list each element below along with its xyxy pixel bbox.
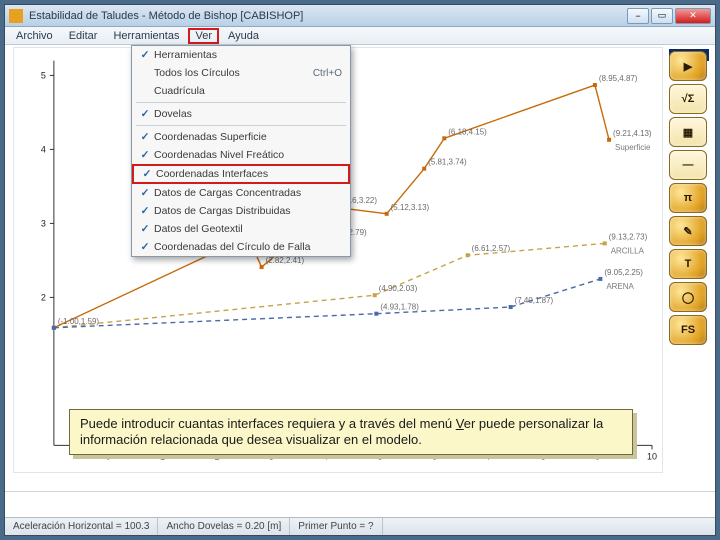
svg-text:(9.05,2.25): (9.05,2.25): [604, 268, 643, 277]
svg-text:(6.61,2.57): (6.61,2.57): [472, 244, 511, 253]
minimize-button[interactable]: −: [627, 8, 649, 24]
check-icon: ✓: [136, 187, 154, 199]
check-icon: ✓: [136, 205, 154, 217]
svg-text:2: 2: [41, 292, 46, 302]
menu-editar[interactable]: Editar: [62, 28, 105, 44]
dropdown-label: Herramientas: [154, 49, 342, 61]
maximize-button[interactable]: ▭: [651, 8, 673, 24]
check-icon: ✓: [136, 241, 154, 253]
check-icon: ✓: [136, 223, 154, 235]
dropdown-label: Datos del Geotextil: [154, 223, 342, 235]
dropdown-item[interactable]: ✓Coordenadas Superficie: [132, 128, 350, 146]
check-icon: ✓: [136, 131, 154, 143]
svg-text:(5.12,3.13): (5.12,3.13): [391, 203, 430, 212]
app-icon: [9, 9, 23, 23]
svg-text:(2.82,2.41): (2.82,2.41): [266, 256, 305, 265]
dropdown-shortcut: Ctrl+O: [313, 68, 342, 79]
svg-text:(9.21,4.13): (9.21,4.13): [613, 129, 652, 138]
svg-text:(8.95,4.87): (8.95,4.87): [599, 74, 638, 83]
menu-ver[interactable]: Ver: [188, 28, 219, 44]
svg-text:Superficie: Superficie: [615, 143, 651, 152]
tool-sigma[interactable]: √Σ: [669, 84, 707, 114]
status-dovelas: Ancho Dovelas = 0.20 [m]: [158, 518, 290, 535]
tool-run[interactable]: ▶: [669, 51, 707, 81]
svg-text:(4.93,1.78): (4.93,1.78): [380, 303, 419, 312]
menu-archivo[interactable]: Archivo: [9, 28, 60, 44]
svg-text:5: 5: [41, 70, 46, 80]
dropdown-item[interactable]: Cuadrícula: [132, 82, 350, 100]
side-toolbox: ▶√Σ▦—π✎T◯FS: [669, 51, 709, 345]
dropdown-label: Coordenadas del Círculo de Falla: [154, 241, 342, 253]
svg-text:(6.18,4.15): (6.18,4.15): [448, 127, 487, 136]
dropdown-separator: [136, 125, 346, 126]
dropdown-label: Cuadrícula: [154, 85, 342, 97]
svg-text:3: 3: [41, 218, 46, 228]
dropdown-item[interactable]: ✓Herramientas: [132, 46, 350, 64]
svg-text:(4.90,2.03): (4.90,2.03): [379, 284, 418, 293]
statusbar: Aceleración Horizontal = 100.3 Ancho Dov…: [5, 517, 715, 535]
dropdown-label: Coordenadas Nivel Freático: [154, 149, 342, 161]
svg-text:(9.13,2.73): (9.13,2.73): [609, 232, 648, 241]
menubar: Archivo Editar Herramientas Ver Ayuda: [5, 27, 715, 45]
check-icon: ✓: [136, 149, 154, 161]
svg-text:10: 10: [647, 451, 657, 461]
menu-ayuda[interactable]: Ayuda: [221, 28, 266, 44]
svg-text:(5.81,3.74): (5.81,3.74): [428, 158, 467, 167]
dropdown-item[interactable]: ✓Coordenadas del Círculo de Falla: [132, 238, 350, 256]
svg-text:4: 4: [41, 144, 46, 154]
window-controls: − ▭ ✕: [627, 8, 711, 24]
dropdown-label: Datos de Cargas Concentradas: [154, 187, 342, 199]
dropdown-item[interactable]: ✓Datos del Geotextil: [132, 220, 350, 238]
window-title: Estabilidad de Taludes - Método de Bisho…: [29, 10, 627, 22]
dropdown-item[interactable]: ✓Dovelas: [132, 105, 350, 123]
svg-text:(7.40,1.87): (7.40,1.87): [515, 296, 554, 305]
svg-text:ARENA: ARENA: [606, 282, 634, 291]
annotation-callout: Puede introducir cuantas interfaces requ…: [69, 409, 633, 456]
tool-pi[interactable]: π: [669, 183, 707, 213]
svg-text:ARCILLA: ARCILLA: [611, 246, 645, 255]
tool-fs[interactable]: FS: [669, 315, 707, 345]
dropdown-separator: [136, 102, 346, 103]
app-window: Estabilidad de Taludes - Método de Bisho…: [4, 4, 716, 536]
tool-grid[interactable]: ▦: [669, 117, 707, 147]
tool-sketch[interactable]: ✎: [669, 216, 707, 246]
dropdown-label: Todos los Círculos: [154, 67, 313, 79]
dropdown-item[interactable]: ✓Coordenadas Nivel Freático: [132, 146, 350, 164]
status-point: Primer Punto = ?: [290, 518, 382, 535]
menu-herramientas[interactable]: Herramientas: [106, 28, 186, 44]
dropdown-label: Dovelas: [154, 108, 342, 120]
note-text-pre: Puede introducir cuantas interfaces requ…: [80, 416, 456, 431]
dropdown-label: Coordenadas Superficie: [154, 131, 342, 143]
check-icon: ✓: [136, 108, 154, 120]
axis-gutter: [5, 491, 715, 517]
dropdown-item[interactable]: ✓Coordenadas Interfaces: [132, 164, 350, 184]
dropdown-label: Coordenadas Interfaces: [156, 168, 340, 180]
check-icon: ✓: [138, 168, 156, 180]
status-acceleration: Aceleración Horizontal = 100.3: [5, 518, 158, 535]
dropdown-item[interactable]: ✓Datos de Cargas Concentradas: [132, 184, 350, 202]
titlebar: Estabilidad de Taludes - Método de Bisho…: [5, 5, 715, 27]
dropdown-label: Datos de Cargas Distribuidas: [154, 205, 342, 217]
tool-text[interactable]: T: [669, 249, 707, 279]
dropdown-item[interactable]: ✓Datos de Cargas Distribuidas: [132, 202, 350, 220]
ver-dropdown: ✓HerramientasTodos los CírculosCtrl+OCua…: [131, 45, 351, 257]
tool-circle[interactable]: ◯: [669, 282, 707, 312]
dropdown-item[interactable]: Todos los CírculosCtrl+O: [132, 64, 350, 82]
check-icon: ✓: [136, 49, 154, 61]
close-button[interactable]: ✕: [675, 8, 711, 24]
tool-line[interactable]: —: [669, 150, 707, 180]
note-text-u: V: [456, 416, 464, 431]
note-text-mid: er: [464, 416, 476, 431]
